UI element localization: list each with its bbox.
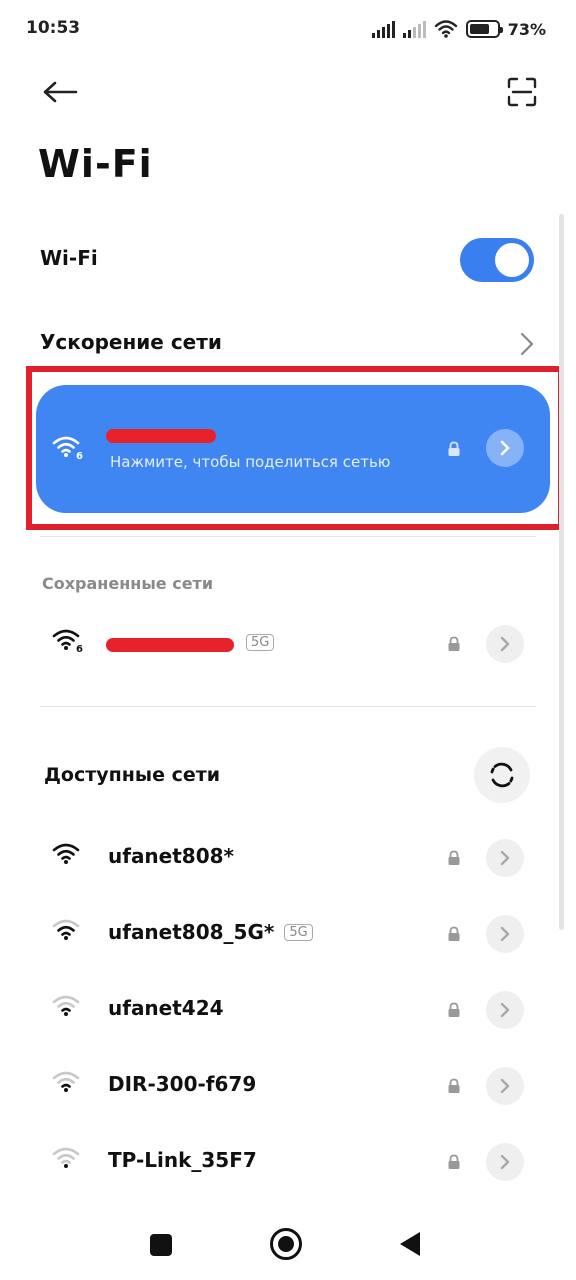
wifi-6-icon: 6 [52, 436, 83, 462]
redaction-mark [106, 638, 234, 652]
redaction-mark [106, 429, 216, 443]
chevron-right-icon [500, 926, 510, 942]
chevron-right-icon [500, 1154, 510, 1170]
network-ssid: TP-Link_35F7 [108, 1148, 257, 1172]
arrow-left-icon [43, 81, 78, 103]
connected-network-card[interactable]: 6 Нажмите, чтобы поделиться сетью [36, 385, 550, 513]
connected-network-details-button[interactable] [486, 429, 524, 467]
wifi-signal-icon [52, 918, 82, 946]
qr-scan-icon [507, 77, 537, 107]
status-icons: 73% [371, 16, 546, 42]
network-details-button[interactable] [486, 991, 524, 1029]
signal-icon [402, 20, 426, 38]
network-boost-label: Ускорение сети [40, 330, 222, 354]
status-bar: 10:53 73% [0, 0, 576, 56]
refresh-button[interactable] [474, 747, 530, 803]
chevron-right-icon [500, 1002, 510, 1018]
wifi-signal-icon [52, 1146, 82, 1174]
toggle-knob [495, 243, 529, 277]
wifi-icon [434, 20, 457, 38]
available-network-row[interactable]: ufanet424 [0, 980, 576, 1040]
chevron-right-icon [500, 1078, 510, 1094]
lock-icon [448, 1078, 460, 1093]
svg-text:6: 6 [76, 644, 83, 655]
network-ssid: ufanet424 [108, 996, 224, 1020]
circle-icon [278, 1236, 294, 1252]
wifi-signal-icon [52, 994, 82, 1022]
battery-icon [465, 20, 503, 38]
clock: 10:53 [26, 18, 81, 38]
available-network-row[interactable]: TP-Link_35F7 [0, 1132, 576, 1192]
back-button[interactable] [40, 74, 80, 110]
nav-back-button[interactable] [400, 1232, 420, 1256]
wifi-toggle[interactable] [460, 238, 534, 282]
chevron-right-icon [500, 850, 510, 866]
network-ssid: ufanet808* [108, 844, 235, 868]
battery-percent: 73% [507, 19, 546, 39]
refresh-icon [490, 762, 514, 788]
home-button[interactable] [270, 1228, 302, 1260]
wifi-6-icon: 6 [52, 629, 83, 655]
signal-icon [371, 20, 395, 38]
5g-badge: 5G [246, 634, 275, 651]
lock-icon [448, 850, 460, 865]
scrollbar[interactable] [559, 214, 564, 930]
network-boost-row[interactable]: Ускорение сети [40, 330, 560, 360]
available-network-row[interactable]: DIR-300-f679 [0, 1056, 576, 1116]
lock-icon [448, 636, 460, 651]
wifi-signal-icon [52, 1070, 82, 1098]
network-ssid: ufanet808_5G* 5G [108, 920, 313, 944]
available-network-row[interactable]: ufanet808_5G* 5G [0, 904, 576, 964]
chevron-right-icon [520, 332, 534, 356]
connected-network-subtitle: Нажмите, чтобы поделиться сетью [110, 453, 391, 471]
available-networks-title: Доступные сети [44, 764, 221, 786]
saved-network-row[interactable]: 6 5G [0, 614, 576, 674]
network-details-button[interactable] [486, 1143, 524, 1181]
wifi-toggle-label: Wi-Fi [40, 246, 98, 270]
saved-networks-title: Сохраненные сети [42, 574, 214, 593]
recent-apps-button[interactable] [150, 1234, 172, 1256]
network-details-button[interactable] [486, 915, 524, 953]
network-ssid: DIR-300-f679 [108, 1072, 257, 1096]
network-details-button[interactable] [486, 839, 524, 877]
qr-scan-button[interactable] [504, 74, 540, 110]
lock-icon [448, 1154, 460, 1169]
available-network-row[interactable]: ufanet808* [0, 828, 576, 888]
network-details-button[interactable] [486, 1067, 524, 1105]
page-title: Wi-Fi [38, 142, 153, 186]
lock-icon [448, 926, 460, 941]
divider [40, 536, 536, 537]
svg-text:6: 6 [76, 451, 83, 462]
chevron-right-icon [500, 440, 510, 456]
5g-badge: 5G [284, 924, 313, 941]
wifi-signal-icon [52, 842, 82, 870]
lock-icon [448, 1002, 460, 1017]
divider [40, 706, 536, 707]
lock-icon [448, 441, 460, 456]
chevron-right-icon [500, 636, 510, 652]
network-details-button[interactable] [486, 625, 524, 663]
